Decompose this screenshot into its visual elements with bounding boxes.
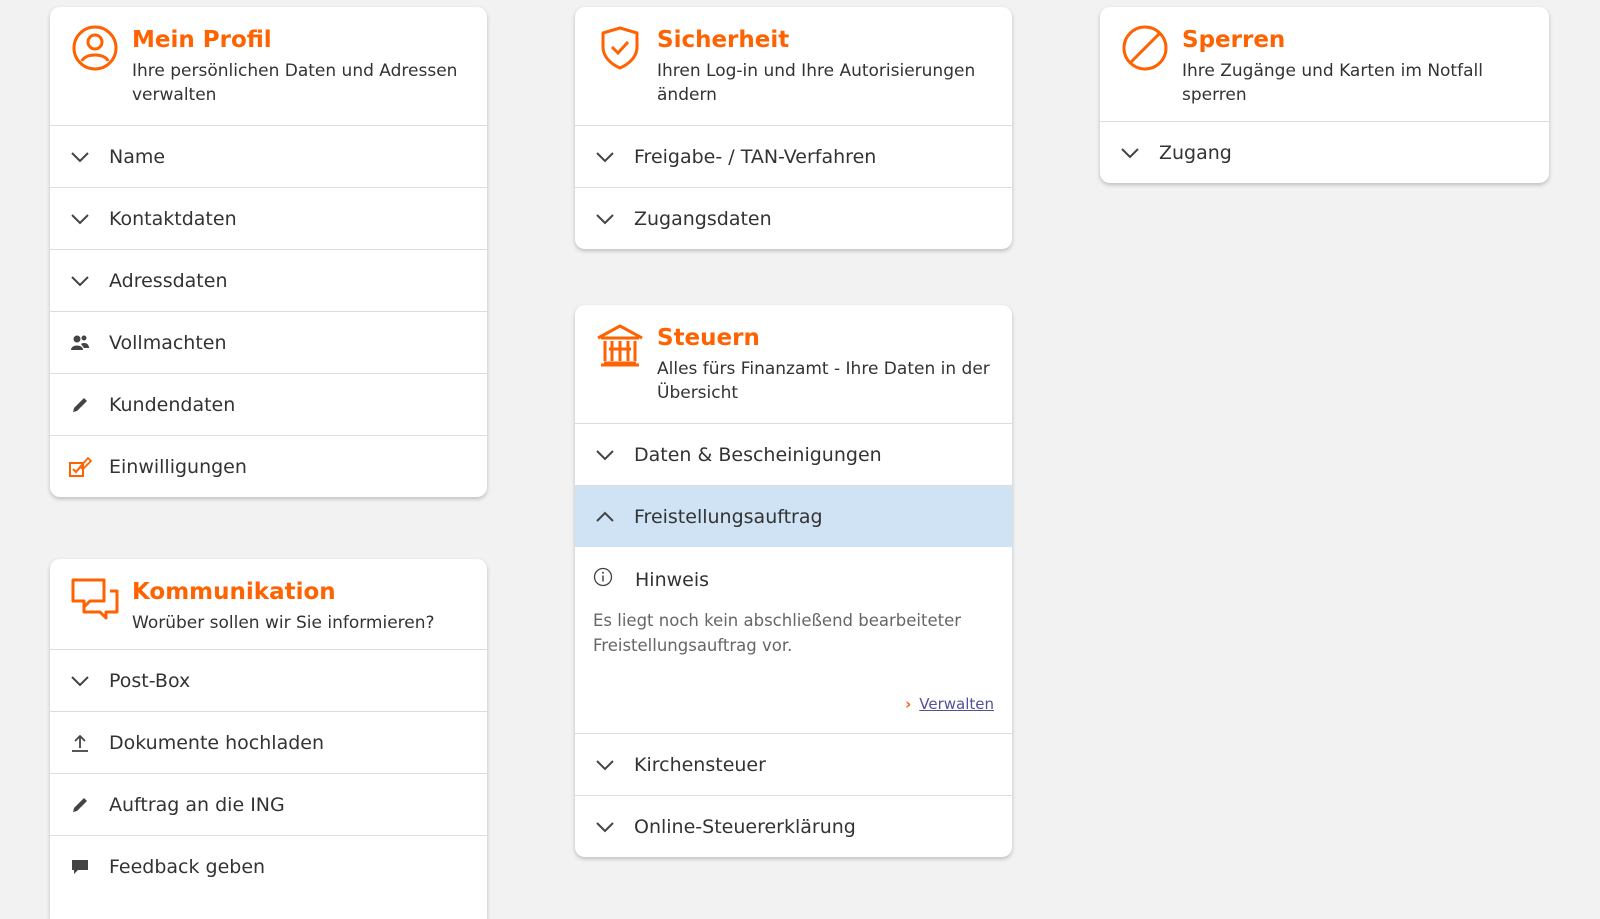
menu-item-label: Kirchensteuer (634, 753, 766, 776)
upload-icon (68, 731, 92, 755)
menu-item-name[interactable]: Name (50, 126, 487, 188)
menu-item-online-steuererklaerung[interactable]: Online-Steuererklärung (575, 796, 1012, 857)
chevron-down-icon (593, 443, 617, 467)
menu-item-vollmachten[interactable]: Vollmachten (50, 312, 487, 374)
card-sicherheit: Sicherheit Ihren Log-in und Ihre Autoris… (575, 7, 1012, 249)
card-header: Mein Profil Ihre persönlichen Daten und … (50, 7, 487, 126)
chevron-right-icon: › (905, 695, 912, 713)
card-title: Mein Profil (132, 27, 272, 53)
card-title: Kommunikation (132, 579, 336, 605)
menu-item-auftrag-an-die-ing[interactable]: Auftrag an die ING (50, 774, 487, 836)
chevron-down-icon (1118, 141, 1142, 165)
menu-item-label: Adressdaten (109, 269, 228, 292)
menu-item-label: Auftrag an die ING (109, 793, 285, 816)
chevron-down-icon (68, 269, 92, 293)
menu-item-label: Dokumente hochladen (109, 731, 325, 754)
hinweis-heading: Hinweis (593, 567, 994, 592)
menu-item-label: Post-Box (109, 669, 191, 692)
chat-bubbles-icon (70, 575, 120, 625)
menu-item-einwilligungen[interactable]: Einwilligungen (50, 436, 487, 497)
card-header: Kommunikation Worüber sollen wir Sie inf… (50, 559, 487, 650)
card-header: Steuern Alles fürs Finanzamt - Ihre Date… (575, 305, 1012, 424)
menu-item-label: Daten & Bescheinigungen (634, 443, 882, 466)
card-steuern: Steuern Alles fürs Finanzamt - Ihre Date… (575, 305, 1012, 857)
shield-check-icon (595, 23, 645, 73)
menu-item-adressdaten[interactable]: Adressdaten (50, 250, 487, 312)
card-subtitle: Ihren Log-in und Ihre Autorisierungen än… (657, 61, 976, 105)
menu-item-freistellungsauftrag[interactable]: Freistellungsauftrag (575, 486, 1012, 547)
freistellungsauftrag-panel: Hinweis Es liegt noch kein abschließend … (575, 547, 1012, 734)
card-header: Sicherheit Ihren Log-in und Ihre Autoris… (575, 7, 1012, 126)
menu-item-label: Einwilligungen (109, 455, 247, 478)
menu-item-feedback-geben[interactable]: Feedback geben (50, 836, 487, 897)
block-icon (1120, 23, 1170, 73)
edit-checkbox-icon (68, 455, 92, 479)
menu-item-label: Freistellungsauftrag (634, 505, 823, 528)
building-icon (595, 321, 645, 371)
menu-item-label: Name (109, 145, 166, 168)
pencil-icon (68, 793, 92, 817)
menu-item-kundendaten[interactable]: Kundendaten (50, 374, 487, 436)
menu-item-freigabe-tan-verfahren[interactable]: Freigabe- / TAN-Verfahren (575, 126, 1012, 188)
speech-bubble-icon (68, 855, 92, 879)
chevron-down-icon (593, 753, 617, 777)
menu-item-zugang[interactable]: Zugang (1100, 122, 1549, 183)
menu-item-zugangsdaten[interactable]: Zugangsdaten (575, 188, 1012, 249)
pencil-icon (68, 393, 92, 417)
card-subtitle: Ihre persönlichen Daten und Adressen ver… (132, 61, 458, 105)
card-header: Sperren Ihre Zugänge und Karten im Notfa… (1100, 7, 1549, 122)
menu-item-kontaktdaten[interactable]: Kontaktdaten (50, 188, 487, 250)
chevron-down-icon (68, 207, 92, 231)
menu-item-label: Feedback geben (109, 855, 266, 878)
card-title: Sperren (1182, 27, 1286, 53)
menu-item-label: Freigabe- / TAN-Verfahren (634, 145, 877, 168)
card-kommunikation: Kommunikation Worüber sollen wir Sie inf… (50, 559, 487, 919)
menu-item-dokumente-hochladen[interactable]: Dokumente hochladen (50, 712, 487, 774)
menu-item-daten-bescheinigungen[interactable]: Daten & Bescheinigungen (575, 424, 1012, 486)
chevron-down-icon (68, 669, 92, 693)
chevron-down-icon (593, 145, 617, 169)
menu-item-kirchensteuer[interactable]: Kirchensteuer (575, 734, 1012, 796)
verwalten-link[interactable]: › Verwalten (905, 695, 994, 713)
chevron-up-icon (593, 505, 617, 529)
card-title: Sicherheit (657, 27, 790, 53)
card-mein-profil: Mein Profil Ihre persönlichen Daten und … (50, 7, 487, 497)
menu-item-label: Zugangsdaten (634, 207, 772, 230)
card-subtitle: Ihre Zugänge und Karten im Notfall sperr… (1182, 61, 1483, 105)
card-subtitle: Worüber sollen wir Sie informieren? (132, 613, 435, 633)
chevron-down-icon (593, 207, 617, 231)
user-circle-icon (70, 23, 120, 73)
chevron-down-icon (68, 145, 92, 169)
hinweis-label: Hinweis (635, 568, 710, 591)
menu-item-label: Vollmachten (109, 331, 227, 354)
card-sperren: Sperren Ihre Zugänge und Karten im Notfa… (1100, 7, 1549, 183)
menu-item-label: Kontaktdaten (109, 207, 237, 230)
menu-item-label: Online-Steuererklärung (634, 815, 856, 838)
verwalten-label: Verwalten (919, 695, 994, 713)
card-title: Steuern (657, 325, 760, 351)
menu-item-label: Kundendaten (109, 393, 236, 416)
people-icon (68, 331, 92, 355)
menu-item-label: Zugang (1159, 141, 1232, 164)
chevron-down-icon (593, 815, 617, 839)
menu-item-post-box[interactable]: Post-Box (50, 650, 487, 712)
card-subtitle: Alles fürs Finanzamt - Ihre Daten in der… (657, 359, 990, 403)
hinweis-text: Es liegt noch kein abschließend bearbeit… (593, 611, 962, 655)
info-icon (593, 567, 617, 592)
